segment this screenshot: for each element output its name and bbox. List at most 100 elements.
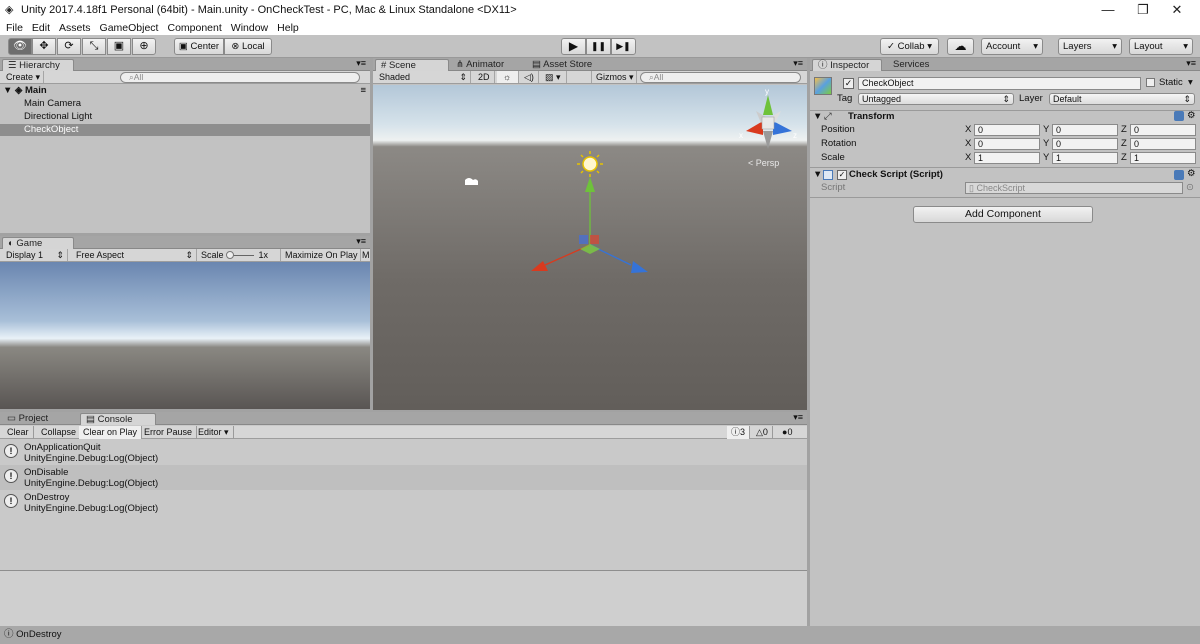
camera-icon[interactable] (465, 178, 478, 185)
cloud-icon[interactable]: ☁ (947, 38, 974, 55)
editor-dropdown[interactable]: Editor ▾ (194, 426, 234, 439)
move-tool-icon[interactable]: ✥ (32, 38, 56, 55)
menu-assets[interactable]: Assets (59, 22, 91, 34)
layer-dropdown[interactable]: Default ⇕ (1049, 93, 1195, 105)
clear-button[interactable]: Clear (3, 426, 34, 439)
pause-button[interactable]: ❚❚ (586, 38, 611, 55)
menu-edit[interactable]: Edit (32, 22, 50, 34)
tab-animator[interactable]: ⋔ Animator (451, 59, 509, 71)
transform-header[interactable]: ▼ ⤢ Transform ⚙ (810, 110, 1200, 124)
panel-menu-icon[interactable]: ▾≡ (356, 236, 366, 247)
pivot-center-button[interactable]: ▣ Center (174, 38, 224, 55)
list-item[interactable]: ! OnDestroy UnityEngine.Debug:Log(Object) (0, 490, 807, 515)
scale-track[interactable] (226, 251, 255, 260)
scale-y-field[interactable]: 1 (1052, 152, 1118, 164)
perspective-label[interactable]: < Persp (748, 158, 779, 168)
log-filter-toggle[interactable]: ⓘ3 (727, 426, 751, 439)
tab-hierarchy[interactable]: ☰ Hierarchy (2, 59, 74, 71)
gear-icon[interactable]: ⚙ (1187, 168, 1196, 180)
audio-toggle-icon[interactable]: ◁) (519, 71, 539, 83)
tab-game[interactable]: ◐ Game (2, 237, 74, 249)
scene-root-row[interactable]: ▼ ◈ Main ≡ (0, 85, 370, 97)
script-object-field[interactable]: ▯ CheckScript (965, 182, 1183, 194)
directional-light-icon[interactable] (577, 151, 603, 177)
close-button[interactable]: ✕ (1154, 0, 1200, 20)
help-book-icon[interactable] (1174, 170, 1184, 180)
tab-scene[interactable]: # Scene (375, 59, 449, 71)
script-enabled-checkbox[interactable]: ✓ (837, 170, 847, 180)
error-filter-toggle[interactable]: ●0 (778, 426, 796, 439)
game-viewport[interactable] (0, 262, 370, 409)
rotate-tool-icon[interactable]: ⟳ (57, 38, 81, 55)
layout-dropdown[interactable]: Layout ▾ (1129, 38, 1193, 55)
menu-component[interactable]: Component (167, 22, 221, 34)
hierarchy-item-main-camera[interactable]: Main Camera (0, 98, 370, 110)
lighting-toggle-icon[interactable]: ☼ (497, 71, 519, 83)
scale-thumb[interactable] (226, 251, 235, 260)
collapse-button[interactable]: Collapse (37, 426, 82, 439)
toggle-2d-button[interactable]: 2D (475, 71, 495, 83)
display-dropdown[interactable]: Display 1 ⇕ (2, 249, 68, 261)
menu-file[interactable]: File (6, 22, 23, 34)
rect-tool-icon[interactable]: ▣ (107, 38, 131, 55)
object-picker-icon[interactable]: ⊙ (1186, 182, 1194, 194)
collab-dropdown[interactable]: ✓ Collab ▾ (880, 38, 939, 55)
panel-menu-icon[interactable]: ▾≡ (356, 58, 366, 69)
hand-tool-icon[interactable]: 👁 (8, 38, 32, 55)
rotation-x-field[interactable]: 0 (974, 138, 1040, 150)
play-button[interactable]: ▶ (561, 38, 586, 55)
gizmos-dropdown[interactable]: Gizmos ▾ (591, 71, 637, 83)
list-item[interactable]: ! OnApplicationQuit UnityEngine.Debug:Log… (0, 440, 807, 465)
hierarchy-item-directional-light[interactable]: Directional Light (0, 111, 370, 123)
move-handle-gizmo[interactable] (531, 177, 648, 273)
tab-services[interactable]: Services (888, 59, 934, 71)
rotation-z-field[interactable]: 0 (1130, 138, 1196, 150)
position-y-field[interactable]: 0 (1052, 124, 1118, 136)
shading-dropdown[interactable]: Shaded ⇕ (375, 71, 471, 83)
tab-asset-store[interactable]: ▤ Asset Store (527, 59, 597, 71)
script-component-header[interactable]: ▼ ✓ Check Script (Script) ⚙ (810, 168, 1200, 182)
scale-z-field[interactable]: 1 (1130, 152, 1196, 164)
gear-icon[interactable]: ⚙ (1187, 110, 1196, 122)
account-dropdown[interactable]: Account ▾ (981, 38, 1043, 55)
list-item[interactable]: ! OnDisable UnityEngine.Debug:Log(Object) (0, 465, 807, 490)
add-component-button[interactable]: Add Component (913, 206, 1093, 223)
maximize-on-play-toggle[interactable]: Maximize On Play (281, 249, 361, 261)
scene-viewport[interactable]: y x z < Persp (373, 85, 807, 410)
layers-dropdown[interactable]: Layers ▾ (1058, 38, 1122, 55)
rotation-y-field[interactable]: 0 (1052, 138, 1118, 150)
clear-on-play-button[interactable]: Clear on Play (79, 426, 143, 439)
hierarchy-search-input[interactable]: ⌕All (120, 72, 360, 83)
scale-slider[interactable]: Scale 1x (197, 249, 281, 261)
menu-gameobject[interactable]: GameObject (100, 22, 159, 34)
scene-menu-icon[interactable]: ≡ (360, 85, 366, 97)
chevron-down-icon[interactable]: ▾ (1188, 77, 1193, 89)
static-checkbox[interactable] (1146, 78, 1155, 87)
space-local-button[interactable]: ⊗ Local (224, 38, 272, 55)
scene-search-input[interactable]: ⌕All (640, 72, 801, 83)
active-checkbox[interactable]: ✓ (843, 78, 854, 89)
menu-window[interactable]: Window (231, 22, 268, 34)
object-name-input[interactable]: CheckObject (858, 77, 1141, 90)
tab-project[interactable]: ▭ Project (2, 413, 53, 425)
scale-x-field[interactable]: 1 (974, 152, 1040, 164)
status-message[interactable]: OnDestroy (16, 629, 61, 640)
effects-dropdown-icon[interactable]: ▨ ▾ (541, 71, 567, 83)
position-x-field[interactable]: 0 (974, 124, 1040, 136)
scale-tool-icon[interactable]: ⤡ (82, 38, 106, 55)
menu-help[interactable]: Help (277, 22, 299, 34)
warning-filter-toggle[interactable]: △0 (752, 426, 773, 439)
panel-menu-icon[interactable]: ▾≡ (793, 412, 803, 423)
help-book-icon[interactable] (1174, 111, 1184, 121)
error-pause-button[interactable]: Error Pause (140, 426, 198, 439)
tag-dropdown[interactable]: Untagged ⇕ (858, 93, 1014, 105)
panel-menu-icon[interactable]: ▾≡ (1186, 58, 1196, 69)
step-button[interactable]: ▶❚ (611, 38, 636, 55)
tab-inspector[interactable]: ⓘ Inspector (812, 59, 882, 71)
hierarchy-item-checkobject[interactable]: CheckObject (0, 124, 370, 136)
transform-tool-icon[interactable]: ⊕ (132, 38, 156, 55)
orientation-gizmo[interactable]: y x z (739, 87, 797, 149)
create-dropdown[interactable]: Create ▾ (2, 71, 44, 83)
position-z-field[interactable]: 0 (1130, 124, 1196, 136)
mute-toggle[interactable]: M (361, 249, 370, 261)
